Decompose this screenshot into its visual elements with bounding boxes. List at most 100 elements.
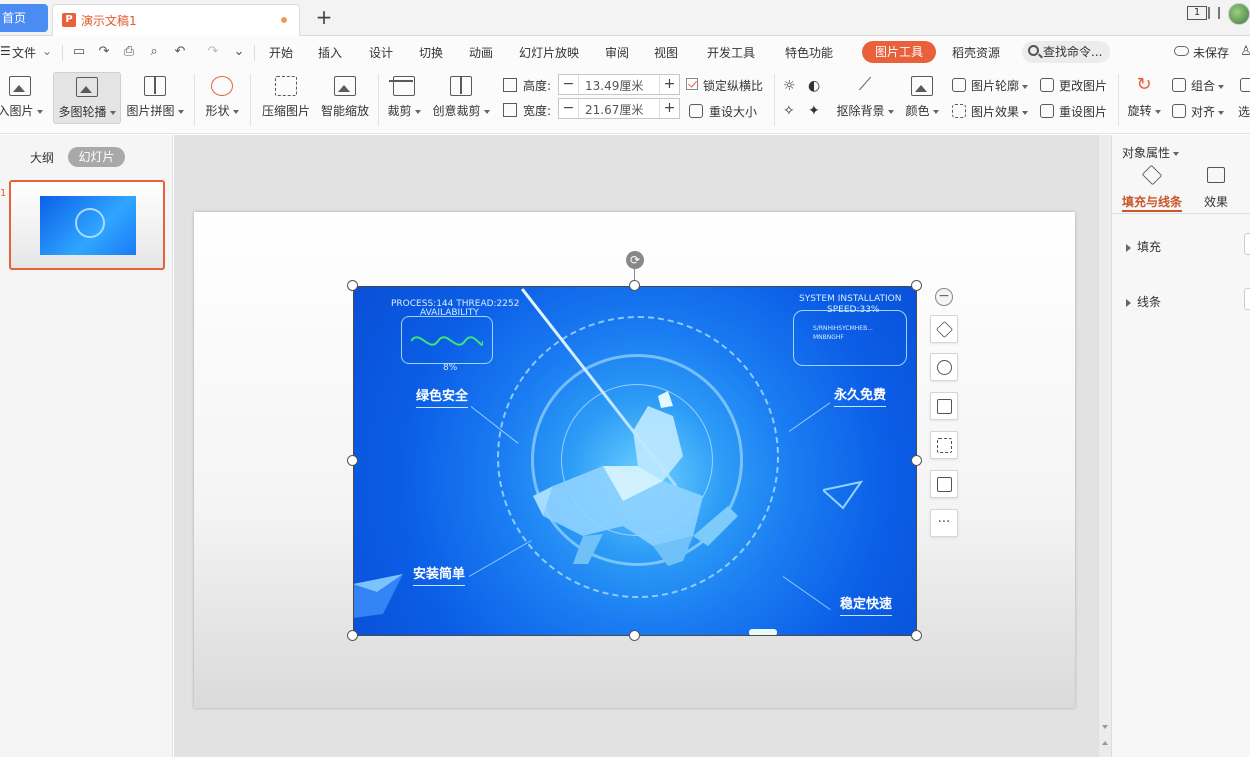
print-icon[interactable]: ⎙ bbox=[121, 44, 137, 60]
menu-icon[interactable]: ☰ bbox=[0, 44, 11, 58]
menu-tab-design[interactable]: 设计 bbox=[369, 44, 393, 61]
layers-button[interactable] bbox=[930, 315, 958, 343]
menu-tab-view[interactable]: 视图 bbox=[654, 44, 678, 61]
brightness-decrease-icon[interactable]: ◐ bbox=[808, 78, 820, 94]
resize-handle-top-right[interactable] bbox=[911, 280, 922, 291]
width-value[interactable]: 21.67厘米 bbox=[585, 101, 643, 118]
crop-float-button[interactable] bbox=[930, 392, 958, 420]
undo-icon[interactable]: ↶ bbox=[172, 44, 188, 60]
height-increase-button[interactable]: + bbox=[659, 75, 679, 94]
width-stepper[interactable]: − 21.67厘米 + bbox=[558, 98, 680, 119]
more-options-icon[interactable]: ··· bbox=[930, 509, 958, 537]
scroll-down-icon[interactable] bbox=[1102, 725, 1108, 729]
menu-tab-developer[interactable]: 开发工具 bbox=[707, 44, 755, 61]
reset-size-icon bbox=[689, 104, 703, 118]
selected-picture[interactable]: PROCESS:144 THREAD:2252 AVAILABILITY 8% … bbox=[353, 286, 917, 636]
menu-tab-transition[interactable]: 切换 bbox=[419, 44, 443, 61]
compress-picture-button[interactable]: 压缩图片 bbox=[258, 72, 314, 124]
remove-background-button[interactable]: ⟋ 抠除背景 bbox=[834, 72, 896, 124]
vertical-scrollbar[interactable] bbox=[1098, 135, 1111, 757]
replace-picture-button[interactable] bbox=[930, 470, 958, 498]
resize-handle-bottom-right[interactable] bbox=[911, 630, 922, 641]
slide-thumbnail[interactable] bbox=[9, 180, 165, 270]
multi-carousel-button[interactable]: 多图轮播 bbox=[53, 72, 121, 124]
menu-tab-slideshow[interactable]: 幻灯片放映 bbox=[519, 44, 579, 61]
creative-crop-button[interactable]: 创意裁剪 bbox=[430, 72, 492, 124]
smart-zoom-button[interactable]: 智能缩放 bbox=[317, 72, 373, 124]
insert-picture-button[interactable]: 入图片 bbox=[0, 72, 46, 124]
window-switch-icon[interactable] bbox=[1208, 7, 1220, 19]
scroll-up-icon[interactable] bbox=[1102, 741, 1108, 745]
menu-tab-resources[interactable]: 稻壳资源 bbox=[952, 44, 1000, 61]
lock-ratio-checkbox[interactable] bbox=[686, 78, 698, 90]
knight-illustration bbox=[533, 391, 738, 566]
height-stepper[interactable]: − 13.49厘米 + bbox=[558, 74, 680, 95]
expand-arrow-icon bbox=[1126, 243, 1131, 252]
chevron-down-icon[interactable]: ⌄ bbox=[42, 44, 52, 58]
rotate-button[interactable]: ↻ 旋转 bbox=[1124, 72, 1164, 124]
width-decrease-button[interactable]: − bbox=[559, 99, 579, 118]
slide-number: 1 bbox=[0, 188, 7, 199]
width-increase-button[interactable]: + bbox=[659, 99, 679, 118]
shape-button[interactable]: 形状 bbox=[200, 72, 244, 124]
picture-effect-label: 图片效果 bbox=[971, 105, 1020, 119]
height-decrease-button[interactable]: − bbox=[559, 75, 579, 94]
menu-tab-picture-tools[interactable]: 图片工具 bbox=[862, 41, 936, 63]
lock-ratio-label[interactable]: 锁定纵横比 bbox=[703, 77, 763, 94]
tab-home[interactable]: 首页 bbox=[0, 4, 48, 32]
fill-dropdown[interactable] bbox=[1244, 233, 1250, 255]
menu-file[interactable]: 文件 bbox=[12, 44, 36, 61]
picture-collage-button[interactable]: 图片拼图 bbox=[124, 72, 186, 124]
tab-fill-line[interactable]: 填充与线条 bbox=[1120, 164, 1184, 210]
resize-handle-top-left[interactable] bbox=[347, 280, 358, 291]
panel-title[interactable]: 对象属性 bbox=[1122, 144, 1180, 161]
height-value[interactable]: 13.49厘米 bbox=[585, 77, 643, 94]
collapse-toolbar-minus-icon[interactable]: − bbox=[935, 288, 953, 306]
reset-size-button[interactable]: 重设大小 bbox=[709, 103, 757, 120]
resize-handle-top[interactable] bbox=[629, 280, 640, 291]
tab-outline[interactable]: 大纲 bbox=[30, 149, 54, 166]
contrast-increase-icon[interactable]: ✧ bbox=[783, 103, 795, 119]
window-count-badge[interactable]: 1 bbox=[1187, 6, 1207, 20]
picture-effect-button[interactable]: 图片效果 bbox=[971, 103, 1029, 120]
contrast-decrease-icon[interactable]: ✦ bbox=[808, 103, 820, 119]
fit-picture-button[interactable] bbox=[930, 431, 958, 459]
customize-icon[interactable]: ⌄ bbox=[231, 44, 247, 60]
align-button[interactable]: 对齐 bbox=[1191, 103, 1225, 120]
new-tab-plus-icon[interactable]: + bbox=[314, 6, 334, 28]
zoom-in-button[interactable] bbox=[930, 353, 958, 381]
resize-handle-left[interactable] bbox=[347, 455, 358, 466]
menu-tab-start[interactable]: 开始 bbox=[269, 44, 293, 61]
group-button[interactable]: 组合 bbox=[1191, 77, 1225, 94]
section-line[interactable]: 线条 bbox=[1126, 293, 1161, 310]
section-fill[interactable]: 填充 bbox=[1126, 238, 1161, 255]
user-icon[interactable]: ♙ bbox=[1238, 44, 1250, 60]
resize-handle-bottom-left[interactable] bbox=[347, 630, 358, 641]
unsaved-status[interactable]: 未保存 bbox=[1174, 44, 1229, 61]
print-preview-icon[interactable]: ⌕ bbox=[146, 44, 162, 60]
reset-picture-button[interactable]: 重设图片 bbox=[1059, 103, 1107, 120]
export-icon[interactable]: ↷ bbox=[96, 44, 112, 60]
rotate-handle-icon[interactable]: ⟳ bbox=[626, 251, 644, 269]
resize-handle-right[interactable] bbox=[911, 455, 922, 466]
brightness-increase-icon[interactable]: ☼ bbox=[783, 78, 796, 94]
save-icon[interactable]: ▭ bbox=[71, 44, 87, 60]
tab-document[interactable]: P 演示文稿1 bbox=[52, 4, 300, 36]
menu-tab-insert[interactable]: 插入 bbox=[318, 44, 342, 61]
hud-system-install-text: SYSTEM INSTALLATION bbox=[799, 294, 902, 304]
command-search-box[interactable]: 查找命令... bbox=[1022, 41, 1110, 63]
selection-pane-button[interactable]: 选 bbox=[1238, 103, 1250, 120]
picture-outline-button[interactable]: 图片轮廓 bbox=[971, 77, 1029, 94]
redo-icon[interactable]: ↷ bbox=[205, 44, 221, 60]
menu-tab-review[interactable]: 审阅 bbox=[605, 44, 629, 61]
line-dropdown[interactable] bbox=[1244, 288, 1250, 310]
tab-effect[interactable]: 效果 bbox=[1184, 167, 1248, 210]
crop-button[interactable]: 裁剪 bbox=[384, 72, 424, 124]
color-button[interactable]: 颜色 bbox=[902, 72, 942, 124]
resize-handle-bottom[interactable] bbox=[629, 630, 640, 641]
menu-tab-features[interactable]: 特色功能 bbox=[785, 44, 833, 61]
user-avatar[interactable] bbox=[1228, 3, 1250, 25]
tab-slides[interactable]: 幻灯片 bbox=[68, 147, 125, 167]
change-picture-button[interactable]: 更改图片 bbox=[1059, 77, 1107, 94]
menu-tab-animation[interactable]: 动画 bbox=[469, 44, 493, 61]
